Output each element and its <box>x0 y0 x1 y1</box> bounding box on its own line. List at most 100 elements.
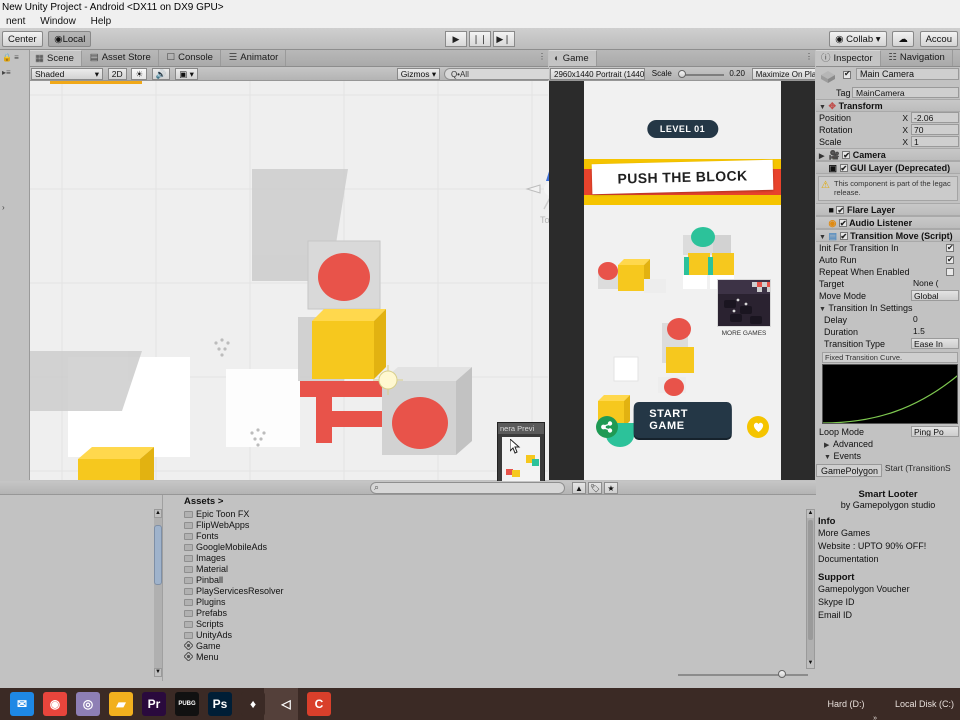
asset-list[interactable]: Epic Toon FX FlipWebApps Fonts GoogleMobile… <box>164 509 816 663</box>
step-button[interactable]: ▶❘ <box>492 31 515 47</box>
breadcrumb-assets[interactable]: Assets <box>184 496 215 507</box>
taskbar-explorer-icon[interactable]: ▰ <box>109 692 133 716</box>
foldout-icon[interactable]: ▼ <box>819 101 826 111</box>
menu-item-help[interactable]: Help <box>85 16 118 28</box>
gamepolygon-support-email[interactable]: Email ID <box>816 609 960 622</box>
audio-listener-enabled-checkbox[interactable] <box>838 217 847 228</box>
hierarchy-collapse-icon[interactable]: ▸≡ <box>0 65 29 80</box>
component-gui-layer-header[interactable]: ▣ GUI Layer (Deprecated) <box>816 161 960 174</box>
scale-x-field[interactable]: 1 <box>911 136 959 147</box>
asset-row[interactable]: Material <box>164 564 816 575</box>
gamepolygon-support-skype[interactable]: Skype ID <box>816 596 960 609</box>
taskbar-app-icon[interactable]: ♦ <box>241 692 265 716</box>
gizmos-dropdown[interactable]: Gizmos ▾ <box>396 68 441 80</box>
foldout-icon[interactable]: ▼ <box>824 452 831 462</box>
space-mode-button[interactable]: ◉Local <box>48 31 92 47</box>
asset-row[interactable]: Images <box>164 553 816 564</box>
object-enabled-checkbox[interactable] <box>843 69 851 79</box>
toggle-2d-button[interactable]: 2D <box>107 68 127 80</box>
scroll-down-arrow-icon[interactable]: ▼ <box>807 660 814 668</box>
target-object-field[interactable]: None ( <box>911 277 959 289</box>
flare-layer-enabled-checkbox[interactable] <box>836 204 845 215</box>
component-transition-move-header[interactable]: ▼ ▤ Transition Move (Script) <box>816 228 960 242</box>
filter-by-label-icon[interactable]: 🏷 <box>588 482 602 494</box>
position-x-field[interactable]: -2.06 <box>911 112 959 123</box>
scene-panel-options-icon[interactable]: ⋮ <box>538 52 546 61</box>
scene-lighting-toggle[interactable]: ☀ <box>131 68 148 80</box>
tab-inspector[interactable]: ⓘ Inspector <box>816 50 881 66</box>
project-right-pane[interactable]: Assets > Epic Toon FX FlipWebApps Fonts Goo… <box>164 495 816 681</box>
taskbar-premiere-icon[interactable]: Pr <box>142 692 166 716</box>
scroll-thumb[interactable] <box>154 525 162 585</box>
game-panel-options-icon[interactable]: ⋮ <box>805 52 813 61</box>
object-name-field[interactable]: Main Camera <box>856 68 959 80</box>
asset-row[interactable]: Menu <box>164 651 816 663</box>
duration-field[interactable]: 1.5 <box>911 325 959 337</box>
tab-animator[interactable]: ☰ Animator <box>224 50 287 66</box>
slider-knob[interactable] <box>778 670 786 678</box>
drive-local-c[interactable]: Local Disk (C:) » <box>881 699 954 709</box>
project-left-pane[interactable]: ▲ ▼ <box>0 495 163 681</box>
asset-zoom-slider[interactable] <box>678 670 808 680</box>
component-audio-listener-header[interactable]: ◉ Audio Listener <box>816 215 960 229</box>
scene-audio-toggle[interactable]: 🔊 <box>151 68 171 80</box>
delay-field[interactable]: 0 <box>911 313 959 325</box>
menu-item-component[interactable]: nent <box>0 16 31 28</box>
taskbar-pubg-icon[interactable]: PUBG <box>175 692 199 716</box>
asset-row[interactable]: Fonts <box>164 531 816 542</box>
component-camera-header[interactable]: ▶ 🎥 Camera <box>816 148 960 161</box>
inspector-body[interactable]: Main Camera Tag MainCamera ▼ ✥ Transform… <box>816 67 960 480</box>
tab-game[interactable]: ◐ Game <box>549 50 597 66</box>
scene-fx-dropdown[interactable]: ▣ ▾ <box>175 68 198 80</box>
shading-mode-dropdown[interactable]: Shaded ▾ <box>31 68 103 80</box>
advanced-foldout[interactable]: ▶ Advanced <box>816 438 960 450</box>
asset-row[interactable]: Pinball <box>164 575 816 586</box>
cloud-button[interactable]: ☁ <box>892 31 914 47</box>
gamepolygon-support-voucher[interactable]: Gamepolygon Voucher <box>816 583 960 596</box>
asset-row[interactable]: Prefabs <box>164 608 816 619</box>
slider-knob[interactable] <box>677 70 686 78</box>
gamepolygon-info-documentation[interactable]: Documentation <box>816 553 960 566</box>
foldout-icon[interactable]: ▶ <box>819 150 826 160</box>
foldout-icon[interactable]: ▼ <box>819 231 826 241</box>
asset-row[interactable]: Epic Toon FX <box>164 509 816 520</box>
asset-row[interactable]: Plugins <box>164 597 816 608</box>
asset-row[interactable]: GoogleMobileAds <box>164 542 816 553</box>
move-mode-dropdown[interactable]: Global <box>911 289 959 301</box>
hierarchy-expand-icon[interactable]: › <box>0 200 29 215</box>
tab-asset-store[interactable]: ▤ Asset Store <box>85 50 159 66</box>
game-scale-slider[interactable] <box>677 68 724 80</box>
project-search-input[interactable] <box>370 482 565 494</box>
lock-icon[interactable]: 🔒 ≡ <box>0 50 29 65</box>
scroll-thumb[interactable] <box>808 520 813 640</box>
scroll-up-arrow-icon[interactable]: ▲ <box>807 510 814 518</box>
taskbar-clickup-icon[interactable]: C <box>307 692 331 716</box>
game-viewport[interactable]: LEVEL 01 PUSH THE BLOCK MORE GAMES START… <box>549 81 815 480</box>
transition-move-enabled-checkbox[interactable] <box>839 230 848 241</box>
tab-services[interactable]: Serv <box>956 50 960 66</box>
tab-gamepolygon[interactable]: GamePolygon <box>816 464 882 477</box>
foldout-icon[interactable]: ▼ <box>819 304 826 314</box>
transition-curve-graph[interactable] <box>822 363 958 424</box>
maximize-on-play-toggle[interactable]: Maximize On Play <box>751 68 815 80</box>
repeat-when-enabled-checkbox[interactable] <box>946 267 954 276</box>
collab-button[interactable]: ◉ Collab ▾ <box>829 31 887 47</box>
project-right-scrollbar[interactable]: ▲ ▼ <box>806 509 815 669</box>
taskbar-photoshop-icon[interactable]: Ps <box>208 692 232 716</box>
component-transform-header[interactable]: ▼ ✥ Transform <box>816 99 960 112</box>
tag-dropdown[interactable]: MainCamera <box>852 87 959 98</box>
gui-layer-enabled-checkbox[interactable] <box>839 162 848 173</box>
pause-button[interactable]: ❘❘ <box>468 31 491 47</box>
game-resolution-dropdown[interactable]: 2960x1440 Portrait (1440x <box>550 68 645 80</box>
tab-console[interactable]: ☐ Console <box>162 50 221 66</box>
taskbar-mail-icon[interactable]: ✉ <box>10 692 34 716</box>
scroll-down-arrow-icon[interactable]: ▼ <box>154 668 162 677</box>
gamepolygon-info-website[interactable]: Website : UPTO 90% OFF! <box>816 540 960 553</box>
rotation-x-field[interactable]: 70 <box>911 124 959 135</box>
account-button[interactable]: Accou <box>919 31 958 47</box>
pivot-mode-button[interactable]: Center <box>2 31 43 47</box>
foldout-icon[interactable]: ▶ <box>824 440 831 450</box>
asset-row[interactable]: UnityAds <box>164 630 816 641</box>
taskbar-chrome-icon[interactable]: ◉ <box>43 692 67 716</box>
scroll-up-arrow-icon[interactable]: ▲ <box>154 509 162 518</box>
